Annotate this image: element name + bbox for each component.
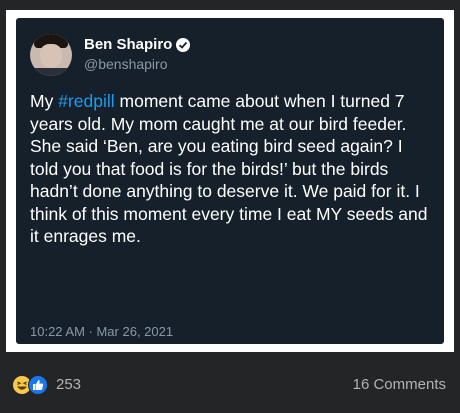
- tweet-text-after: moment came about when I turned 7 years …: [30, 91, 428, 246]
- like-reaction-icon: [28, 375, 48, 395]
- tweet-body: My #redpill moment came about when I tur…: [30, 90, 434, 248]
- top-bar: [0, 0, 460, 10]
- avatar: [30, 34, 72, 76]
- post-footer: 253 16 Comments: [0, 352, 460, 413]
- display-name-text: Ben Shapiro: [84, 36, 173, 53]
- tweet-display-name: Ben Shapiro: [84, 36, 191, 53]
- tweet-timestamp: 10:22 AM · Mar 26, 2021: [30, 324, 174, 339]
- tweet-hashtag: #redpill: [58, 91, 115, 111]
- tweet-screenshot: Ben Shapiro @benshapiro My #redpill mome…: [16, 18, 444, 344]
- tweet-text-before: My: [30, 91, 59, 111]
- reaction-icons[interactable]: [12, 375, 50, 395]
- verified-badge-icon: [176, 37, 191, 52]
- tweet-handle: @benshapiro: [84, 56, 168, 72]
- comments-link[interactable]: 16 Comments: [353, 376, 446, 393]
- reaction-count[interactable]: 253: [56, 376, 81, 393]
- post-image[interactable]: Ben Shapiro @benshapiro My #redpill mome…: [6, 10, 454, 352]
